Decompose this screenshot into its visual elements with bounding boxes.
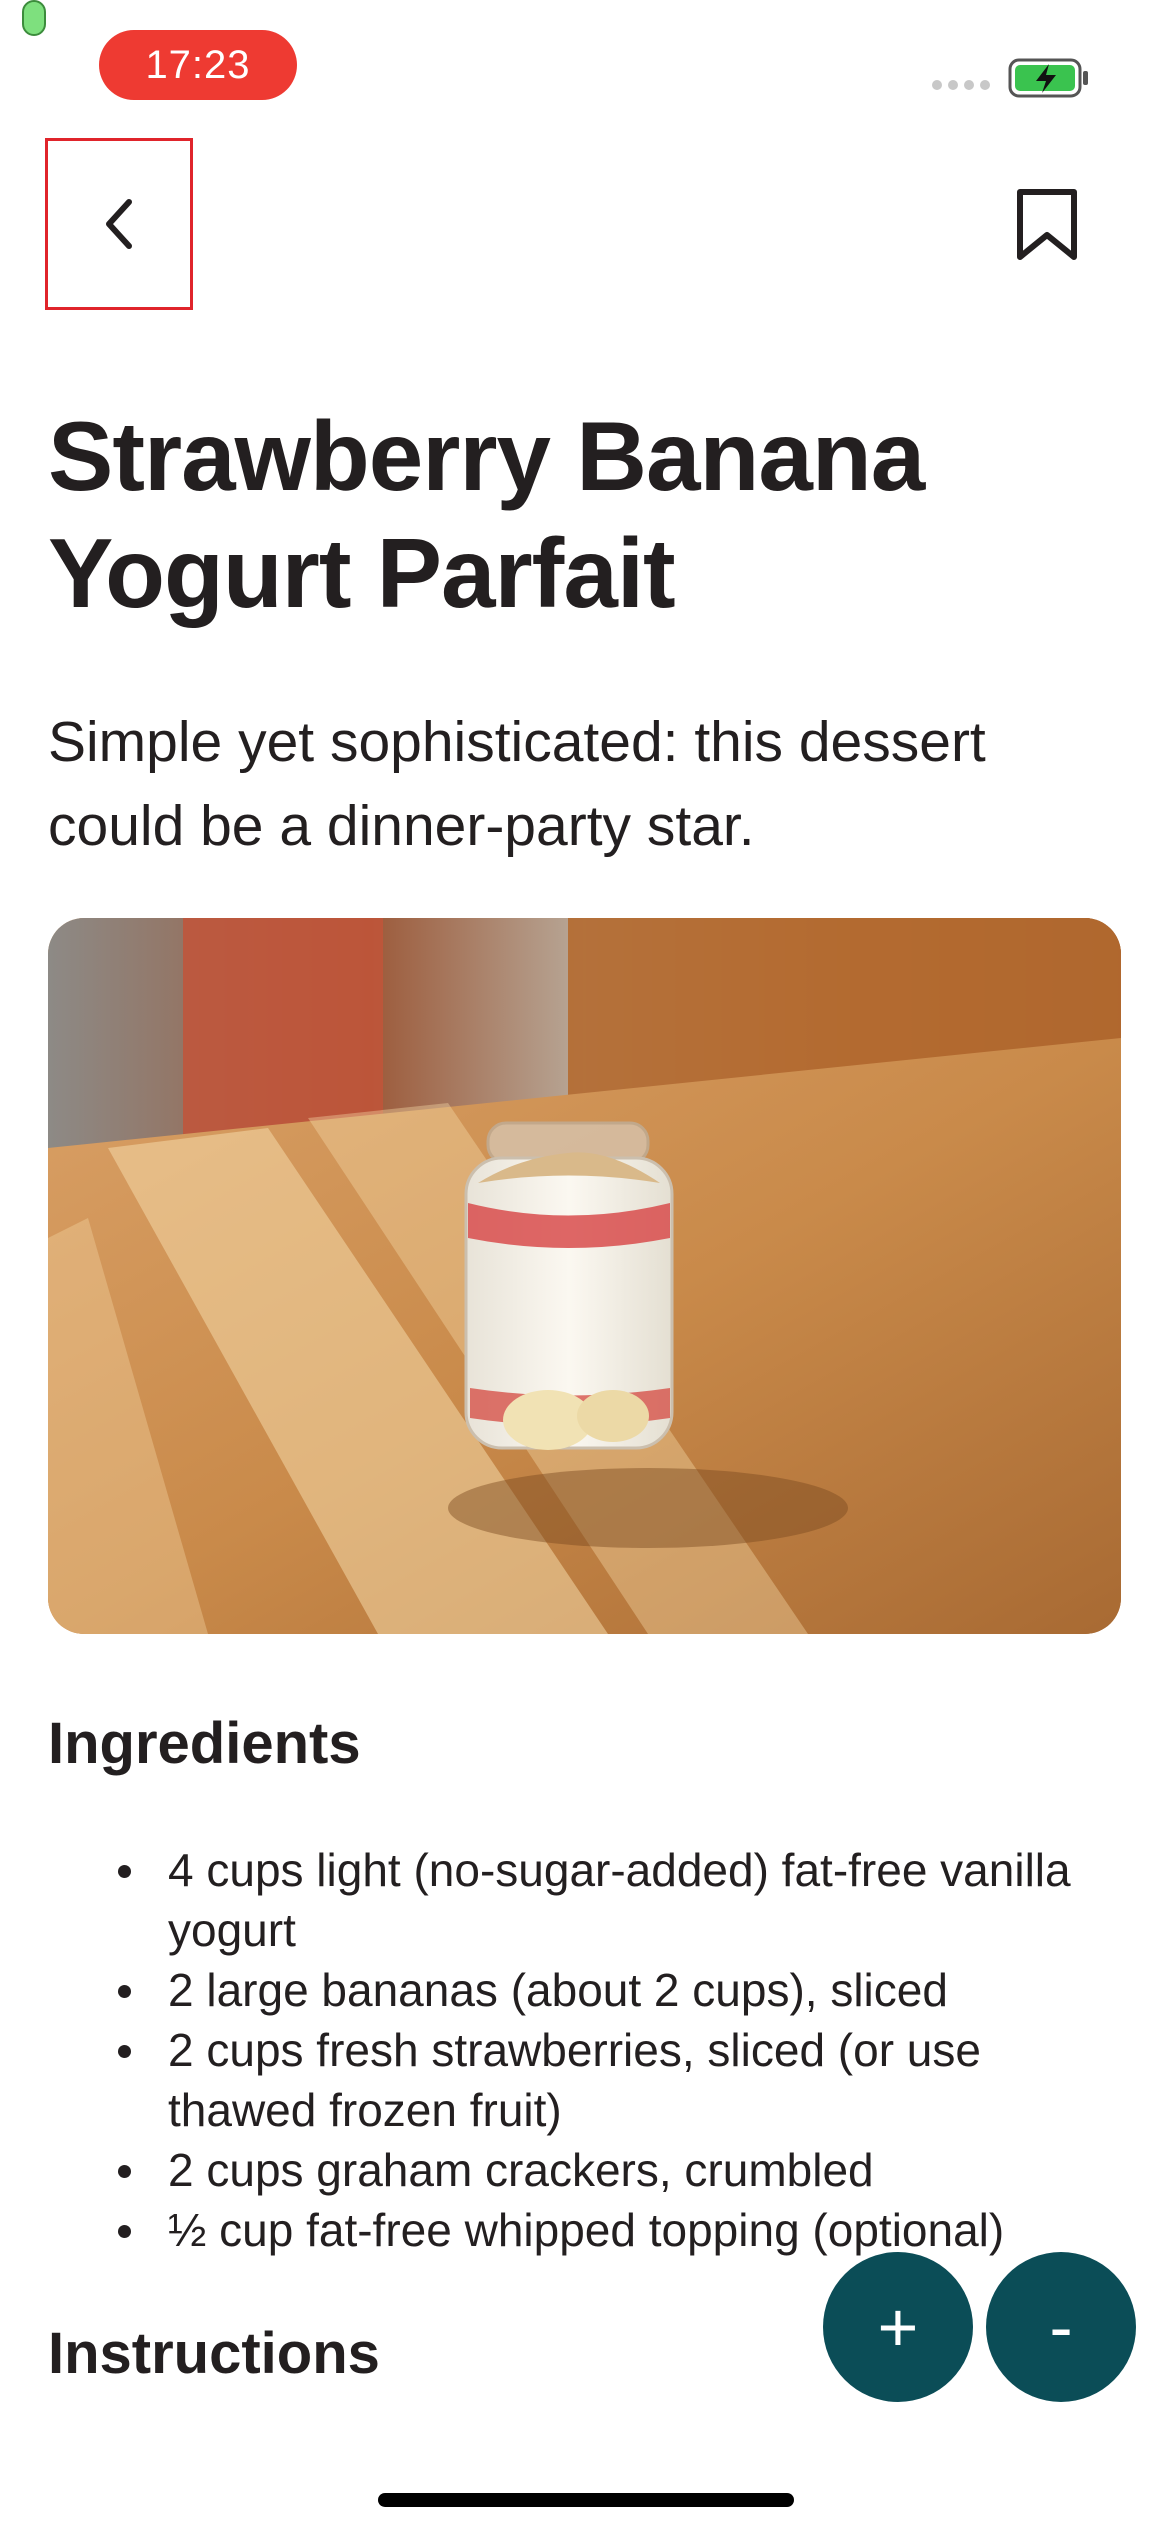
list-item: 2 cups graham crackers, crumbled xyxy=(48,2140,1128,2200)
bookmark-icon xyxy=(1017,189,1077,260)
ingredients-heading: Ingredients xyxy=(48,1711,361,1776)
recipe-photo xyxy=(48,918,1121,1634)
ingredients-list: 4 cups light (no-sugar-added) fat-free v… xyxy=(48,1840,1128,2260)
battery-charging-icon xyxy=(1008,58,1088,98)
status-bar: 17:23 xyxy=(0,0,1170,120)
list-item: 2 large bananas (about 2 cups), sliced xyxy=(48,1960,1128,2020)
bookmark-button[interactable] xyxy=(1005,180,1089,270)
back-button[interactable] xyxy=(45,138,193,310)
parfait-jar-image xyxy=(48,918,1121,1634)
recipe-title: Strawberry Banana Yogurt Parfait xyxy=(48,401,925,628)
list-item: ½ cup fat-free whipped topping (optional… xyxy=(48,2200,1128,2260)
signal-icon xyxy=(932,80,990,90)
home-indicator[interactable] xyxy=(378,2493,794,2507)
list-item: 4 cups light (no-sugar-added) fat-free v… xyxy=(48,1840,1128,1960)
instructions-heading: Instructions xyxy=(48,2321,380,2386)
decrease-servings-button[interactable]: - xyxy=(986,2252,1136,2402)
recipe-subtitle: Simple yet sophisticated: this dessert c… xyxy=(48,710,986,858)
privacy-indicator xyxy=(22,0,46,36)
list-item: 2 cups fresh strawberries, sliced (or us… xyxy=(48,2020,1128,2140)
status-time: 17:23 xyxy=(99,30,297,100)
chevron-left-icon xyxy=(106,199,132,249)
increase-servings-button[interactable]: + xyxy=(823,2252,973,2402)
